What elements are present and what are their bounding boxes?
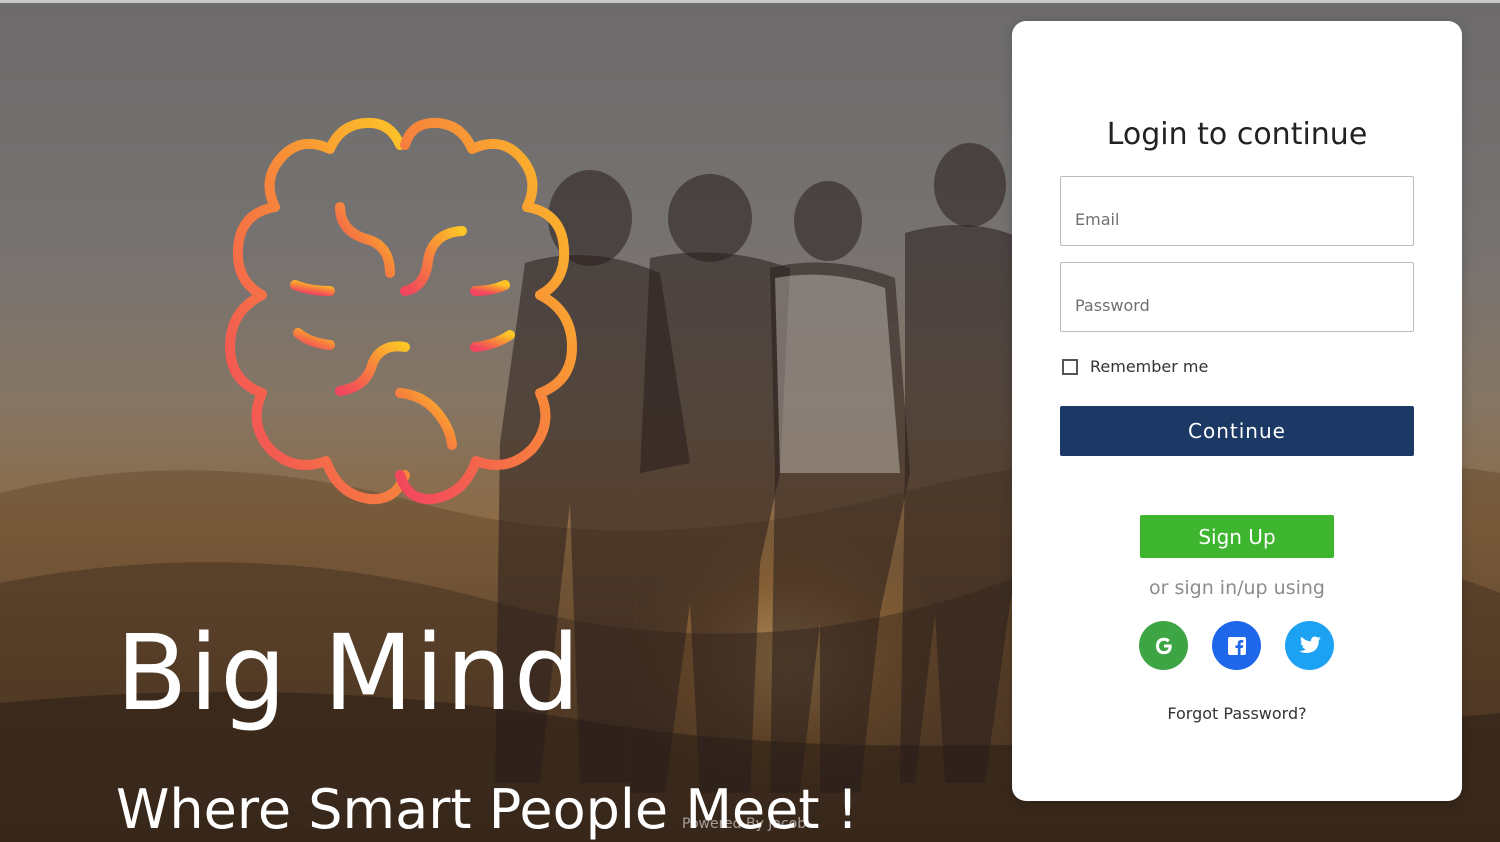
continue-button[interactable]: Continue bbox=[1060, 406, 1414, 456]
google-login-button[interactable] bbox=[1139, 621, 1188, 670]
login-title: Login to continue bbox=[1106, 117, 1368, 152]
remember-me-label: Remember me bbox=[1090, 357, 1209, 376]
top-border bbox=[0, 0, 1500, 3]
twitter-login-button[interactable] bbox=[1285, 621, 1334, 670]
login-card: Login to continue Remember me Continue S… bbox=[1012, 21, 1462, 801]
google-icon bbox=[1155, 637, 1172, 654]
twitter-icon bbox=[1298, 636, 1321, 653]
powered-by-text: Powered By Jacob bbox=[682, 816, 807, 832]
forgot-password-link[interactable]: Forgot Password? bbox=[1012, 704, 1462, 723]
facebook-icon bbox=[1227, 636, 1246, 655]
sign-up-button[interactable]: Sign Up bbox=[1140, 515, 1334, 558]
brain-logo-icon bbox=[225, 117, 577, 505]
password-field[interactable] bbox=[1060, 262, 1414, 332]
remember-me-row[interactable]: Remember me bbox=[1062, 357, 1208, 376]
social-prompt: or sign in/up using bbox=[1149, 577, 1325, 599]
facebook-login-button[interactable] bbox=[1212, 621, 1261, 670]
email-field[interactable] bbox=[1060, 176, 1414, 246]
brand-title: Big Mind bbox=[116, 612, 582, 734]
remember-me-checkbox[interactable] bbox=[1062, 358, 1078, 375]
